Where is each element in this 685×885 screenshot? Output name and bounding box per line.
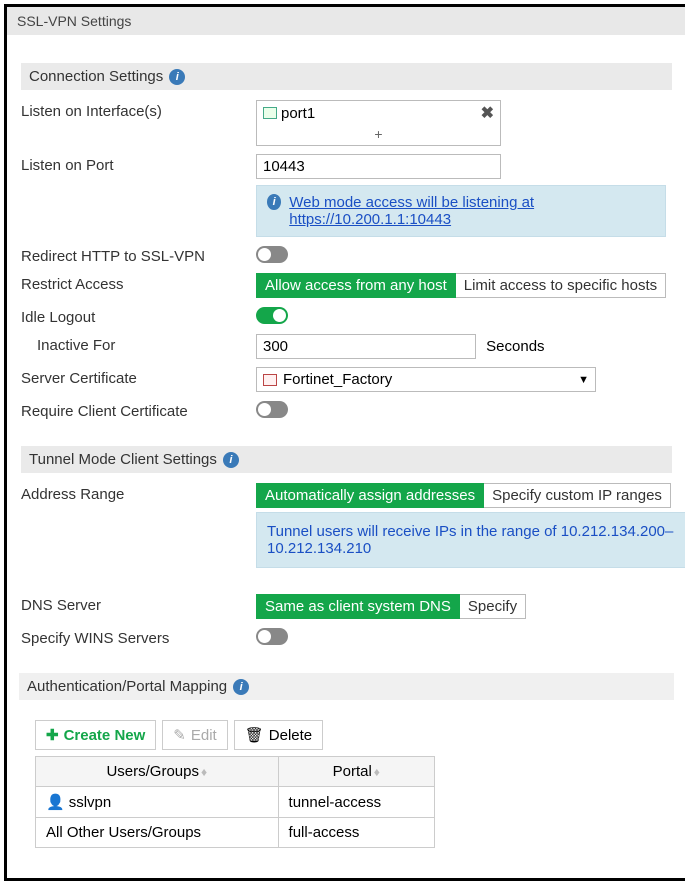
- require-client-cert-toggle[interactable]: [256, 401, 288, 418]
- address-custom-option[interactable]: Specify custom IP ranges: [484, 483, 671, 508]
- restrict-limit-option[interactable]: Limit access to specific hosts: [456, 273, 666, 298]
- table-row[interactable]: 👤sslvpn tunnel-access: [36, 787, 435, 818]
- dns-same-option[interactable]: Same as client system DNS: [256, 594, 460, 619]
- info-icon[interactable]: i: [169, 69, 185, 85]
- inactive-for-input[interactable]: [256, 334, 476, 359]
- interface-icon: [263, 107, 277, 119]
- listen-port-input[interactable]: [256, 154, 501, 179]
- page-title: SSL-VPN Settings: [7, 7, 685, 35]
- sort-icon: ♦: [374, 765, 380, 779]
- tunnel-mode-header: Tunnel Mode Client Settings i: [21, 446, 672, 473]
- server-certificate-label: Server Certificate: [21, 367, 256, 387]
- listen-interfaces-input[interactable]: port1 ✖ +: [256, 100, 501, 146]
- user-icon: 👤: [46, 794, 65, 811]
- address-range-label: Address Range: [21, 483, 256, 503]
- address-auto-option[interactable]: Automatically assign addresses: [256, 483, 484, 508]
- tunnel-ip-notice: Tunnel users will receive IPs in the ran…: [256, 512, 685, 568]
- chevron-down-icon: ▼: [578, 374, 589, 386]
- dns-specify-option[interactable]: Specify: [460, 594, 526, 619]
- web-mode-link[interactable]: Web mode access will be listening at htt…: [289, 194, 534, 228]
- add-interface-button[interactable]: +: [257, 125, 500, 145]
- inactive-for-label: Inactive For: [21, 334, 256, 354]
- redirect-http-toggle[interactable]: [256, 246, 288, 263]
- delete-button[interactable]: 🗑Delete: [234, 720, 323, 750]
- address-range-segmented[interactable]: Automatically assign addresses Specify c…: [256, 483, 671, 508]
- connection-settings-header: Connection Settings i: [21, 63, 672, 90]
- remove-icon[interactable]: ✖: [481, 103, 494, 123]
- wins-servers-label: Specify WINS Servers: [21, 627, 256, 647]
- certificate-icon: [263, 374, 277, 386]
- users-groups-column[interactable]: Users/Groups♦: [36, 757, 279, 787]
- create-new-button[interactable]: ✚Create New: [35, 720, 156, 750]
- portal-mapping-table: Users/Groups♦ Portal♦ 👤sslvpn tunnel-acc…: [35, 756, 435, 848]
- portal-column[interactable]: Portal♦: [278, 757, 434, 787]
- wins-servers-toggle[interactable]: [256, 628, 288, 645]
- idle-logout-toggle[interactable]: [256, 307, 288, 324]
- plus-icon: ✚: [46, 726, 59, 744]
- require-client-cert-label: Require Client Certificate: [21, 400, 256, 420]
- edit-button[interactable]: ✎Edit: [162, 720, 227, 750]
- dns-server-label: DNS Server: [21, 594, 256, 614]
- sort-icon: ♦: [201, 765, 207, 779]
- restrict-access-label: Restrict Access: [21, 273, 256, 293]
- idle-logout-label: Idle Logout: [21, 306, 256, 326]
- table-row[interactable]: All Other Users/Groups full-access: [36, 818, 435, 848]
- info-icon[interactable]: i: [233, 679, 249, 695]
- restrict-access-segmented[interactable]: Allow access from any host Limit access …: [256, 273, 666, 298]
- listen-interfaces-label: Listen on Interface(s): [21, 100, 256, 120]
- inactive-unit: Seconds: [486, 338, 544, 355]
- info-icon: i: [267, 194, 281, 210]
- dns-server-segmented[interactable]: Same as client system DNS Specify: [256, 594, 526, 619]
- auth-portal-header: Authentication/Portal Mapping i: [19, 673, 674, 700]
- redirect-http-label: Redirect HTTP to SSL-VPN: [21, 245, 256, 265]
- listen-port-label: Listen on Port: [21, 154, 256, 174]
- restrict-any-option[interactable]: Allow access from any host: [256, 273, 456, 298]
- server-certificate-select[interactable]: Fortinet_Factory ▼: [256, 367, 596, 392]
- info-icon[interactable]: i: [223, 452, 239, 468]
- web-mode-notice: i Web mode access will be listening at h…: [256, 185, 666, 237]
- trash-icon: 🗑: [245, 726, 264, 744]
- pencil-icon: ✎: [173, 726, 186, 744]
